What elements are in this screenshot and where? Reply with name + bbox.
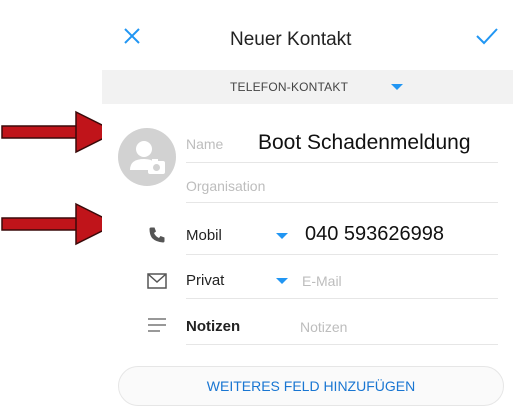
- divider: [186, 202, 498, 203]
- page-title: Neuer Kontakt: [230, 29, 352, 50]
- email-type-label[interactable]: Privat: [186, 272, 224, 289]
- phone-type-label[interactable]: Mobil: [186, 227, 222, 244]
- notes-field[interactable]: Notizen: [300, 319, 347, 335]
- phone-field-value[interactable]: 040 593626998: [305, 223, 444, 246]
- red-arrow-icon: [1, 110, 118, 154]
- check-icon[interactable]: [475, 26, 499, 46]
- notes-label: Notizen: [186, 318, 241, 335]
- organisation-field[interactable]: Organisation: [186, 178, 265, 194]
- divider: [186, 298, 498, 299]
- camera-avatar-icon: [130, 141, 165, 174]
- phone-icon: [149, 227, 165, 243]
- caret-down-icon[interactable]: [276, 233, 288, 239]
- name-field-label[interactable]: Name: [186, 136, 223, 152]
- red-arrow-icon: [1, 202, 118, 246]
- divider: [186, 254, 498, 255]
- caret-down-icon[interactable]: [276, 278, 288, 284]
- divider: [186, 162, 498, 163]
- notes-icon: [148, 318, 166, 332]
- avatar[interactable]: [118, 128, 176, 186]
- name-field-value[interactable]: Boot Schadenmeldung: [258, 131, 471, 155]
- caret-down-icon[interactable]: [391, 84, 403, 90]
- contact-editor-screen: Neuer Kontakt TELEFON-KONTAKT Name Boot …: [102, 0, 513, 410]
- close-icon[interactable]: [122, 26, 142, 46]
- contact-type-label[interactable]: TELEFON-KONTAKT: [230, 80, 348, 94]
- add-field-button[interactable]: WEITERES FELD HINZUFÜGEN: [118, 366, 504, 406]
- page: Neuer Kontakt TELEFON-KONTAKT Name Boot …: [0, 0, 513, 410]
- email-field[interactable]: E-Mail: [302, 273, 342, 289]
- divider: [186, 344, 498, 345]
- envelope-icon: [147, 273, 167, 289]
